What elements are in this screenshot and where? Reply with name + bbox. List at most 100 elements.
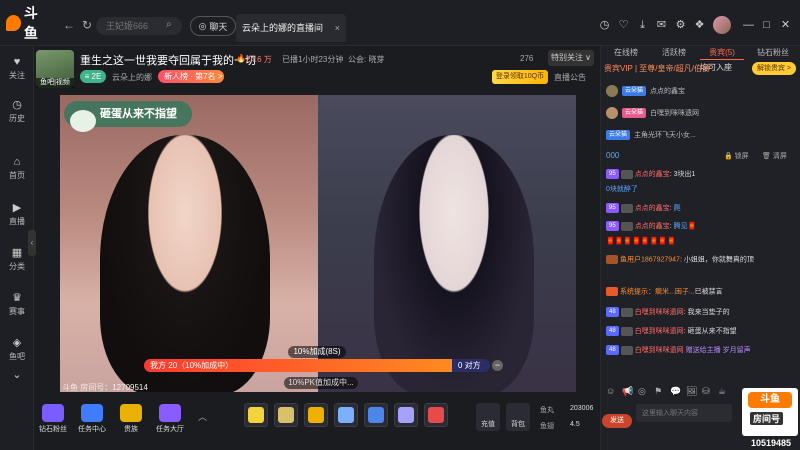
image-icon[interactable]: 🖼 bbox=[686, 386, 697, 397]
stream-duration: 已播1小时23分钟 bbox=[282, 55, 344, 64]
chevron-up-icon[interactable]: ︿ bbox=[198, 410, 207, 423]
target-icon[interactable]: ◎ bbox=[638, 386, 646, 397]
clear-screen-button[interactable]: 🗑 清屏 bbox=[762, 151, 787, 161]
download-icon[interactable]: ⤓ bbox=[636, 19, 649, 32]
emoji-icon[interactable]: ☺ bbox=[606, 386, 615, 396]
trash-icon: 🗑 bbox=[762, 153, 771, 160]
chat-filter[interactable]: 000 bbox=[606, 151, 619, 160]
system-message: 系统提示：瘸米...困子...已被禁言 bbox=[606, 287, 794, 297]
cup-icon[interactable]: ☕ bbox=[718, 386, 726, 397]
maximize-icon[interactable]: □ bbox=[760, 19, 773, 32]
chat-message[interactable]: 鱼用户1867927947: 小姐姐，你就舞真的顶 bbox=[606, 255, 794, 265]
lock-screen-button[interactable]: 🔒 锁屏 bbox=[724, 151, 749, 161]
crown-icon bbox=[159, 404, 181, 422]
chat-input[interactable] bbox=[636, 404, 732, 422]
douyu-logo[interactable]: 斗鱼 bbox=[6, 5, 50, 41]
sidebar-item-events[interactable]: ♛ 赛事 bbox=[0, 291, 34, 317]
gift-item[interactable] bbox=[394, 403, 418, 427]
sidebar-item-history[interactable]: ◷ 历史 bbox=[0, 98, 34, 124]
back-icon[interactable]: ← bbox=[62, 18, 76, 32]
chat-message[interactable]: 48 白嘿到咪咪遗网: 我来当垫子的 bbox=[606, 307, 794, 318]
heart-icon[interactable]: ♡ bbox=[617, 19, 630, 32]
gift-item[interactable] bbox=[334, 403, 358, 427]
tab-online-rank[interactable]: 在线榜 bbox=[604, 46, 648, 60]
send-button[interactable]: 发送 bbox=[602, 414, 632, 428]
login-gift-button[interactable]: 登录领取10Q币 bbox=[492, 70, 548, 84]
bag-icon[interactable]: ⛁ bbox=[702, 386, 710, 397]
noble-button[interactable]: 贵族 bbox=[114, 404, 148, 434]
rank-badge[interactable]: 新人榜 · 第7名 > bbox=[158, 70, 224, 83]
chat-bubble-icon: ◎ bbox=[198, 20, 207, 31]
chat-button[interactable]: ◎ 聊天 bbox=[190, 16, 236, 36]
sidebar-item-fishbar[interactable]: ◈ 鱼吧 bbox=[0, 336, 34, 362]
flag-icon[interactable]: ⚑ bbox=[654, 386, 662, 397]
recharge-button[interactable]: 充值 bbox=[476, 403, 500, 431]
tab-vip[interactable]: 贵宾(5) bbox=[700, 46, 744, 60]
chat-message[interactable]: 48 白嘿到咪咪遗网: 砸蛋从来不指望 bbox=[606, 326, 794, 337]
close-window-icon[interactable]: ✕ bbox=[779, 19, 792, 32]
chat-message[interactable]: 95 点点的鑫宝: 爬 bbox=[606, 203, 794, 214]
gift-item[interactable] bbox=[304, 403, 328, 427]
fishball-value: 203006 bbox=[570, 405, 594, 412]
avatar-caption[interactable]: 鱼吧|视频 bbox=[36, 78, 74, 88]
gift-item[interactable] bbox=[274, 403, 298, 427]
sidebar-item-home[interactable]: ⌂ 首页 bbox=[0, 156, 34, 181]
search-icon[interactable]: ⌕ bbox=[166, 19, 172, 30]
chat-message[interactable]: 95 点点的鑫宝: 腾见🧧 bbox=[606, 221, 794, 232]
user-avatar[interactable] bbox=[713, 16, 731, 34]
refresh-icon[interactable]: ↻ bbox=[80, 18, 94, 32]
sidebar-item-live[interactable]: ▶ 直播 bbox=[0, 201, 34, 227]
task-center-button[interactable]: 任务中心 bbox=[75, 404, 109, 434]
gift-icon[interactable]: ❖ bbox=[693, 19, 706, 32]
avatar bbox=[606, 107, 618, 119]
settings-icon[interactable]: ⚙ bbox=[674, 19, 687, 32]
backpack-button[interactable]: 背包 bbox=[506, 403, 530, 431]
chat-message[interactable]: 🧧🧧🧧🧧🧧🧧🧧🧧 bbox=[606, 237, 794, 247]
diamond-fans-button[interactable]: 钻石粉丝 bbox=[36, 404, 70, 434]
close-tab-icon[interactable]: × bbox=[335, 14, 340, 42]
room-tab[interactable]: 云朵上的娜的直播间 × bbox=[236, 14, 346, 42]
lock-icon: 🔒 bbox=[724, 153, 733, 160]
heart-icon: ♥ bbox=[13, 56, 21, 68]
tab-active-rank[interactable]: 活跃榜 bbox=[652, 46, 696, 60]
sidebar-item-follow[interactable]: ♥ 关注 bbox=[0, 56, 34, 81]
fan-badge-icon bbox=[620, 221, 633, 231]
unlock-vip-button[interactable]: 解锁贵宾 > bbox=[752, 62, 796, 75]
vip-join-text: 均可入座 bbox=[700, 63, 732, 72]
chat-toolbar: 000 🔒 锁屏 🗑 清屏 bbox=[602, 150, 798, 164]
room-id: 斗鱼 房间号：12709514 bbox=[62, 383, 148, 392]
video-left-stream bbox=[60, 95, 318, 392]
fishball-label: 鱼丸 bbox=[540, 407, 554, 414]
sidebar-scroll-down-icon[interactable]: ⌄ bbox=[0, 368, 34, 383]
trophy-icon bbox=[120, 404, 142, 422]
minimize-icon[interactable]: — bbox=[742, 19, 755, 32]
speaker-icon[interactable]: 📢 bbox=[622, 386, 633, 397]
video-right-stream bbox=[318, 95, 576, 392]
fan-badge-icon bbox=[620, 307, 633, 317]
chat-bubble-icon[interactable]: 💬 bbox=[670, 386, 681, 397]
pk-bonus-label: 10%PK值加成中... bbox=[284, 377, 358, 389]
gift-item[interactable] bbox=[364, 403, 388, 427]
vip-row[interactable]: 云朵猫 点点的鑫宝 bbox=[606, 84, 685, 98]
hot-value: 24.6 万 bbox=[246, 55, 272, 64]
announcement-button[interactable]: 直播公告 bbox=[554, 72, 586, 83]
sidebar-collapse-icon[interactable]: ‹ bbox=[28, 230, 36, 256]
guild-label[interactable]: 公会: 晓芽 bbox=[348, 54, 384, 65]
streamer-right-figure bbox=[374, 135, 534, 392]
clock-icon[interactable]: ◷ bbox=[598, 19, 611, 32]
chat-message[interactable]: 0块就醉了 bbox=[606, 185, 794, 195]
task-hall-button[interactable]: 任务大厅 bbox=[153, 404, 187, 434]
trophy-icon: ♛ bbox=[12, 292, 22, 304]
streamer-left-figure bbox=[100, 135, 270, 392]
tab-diamond-fans[interactable]: 钻石粉丝 bbox=[748, 46, 798, 60]
gift-message[interactable]: 48 白嘿到咪咪遗网 赠送给主播 岁月留声 bbox=[606, 345, 794, 356]
gift-item[interactable] bbox=[424, 403, 448, 427]
vip-row[interactable]: 云朵猫 主角光环飞天小女... bbox=[606, 128, 696, 142]
message-icon[interactable]: ✉ bbox=[655, 19, 668, 32]
watermark-logo: 斗鱼 bbox=[748, 392, 792, 408]
vip-row[interactable]: 云朵猫 白嘿到咪咪遗网 bbox=[606, 106, 699, 120]
gift-item[interactable] bbox=[244, 403, 268, 427]
pk-collapse-icon[interactable]: − bbox=[492, 360, 503, 371]
chat-message[interactable]: 95 点点的鑫宝: 3块出1 bbox=[606, 169, 794, 180]
follow-button[interactable]: 特别关注 ∨ bbox=[548, 50, 594, 66]
